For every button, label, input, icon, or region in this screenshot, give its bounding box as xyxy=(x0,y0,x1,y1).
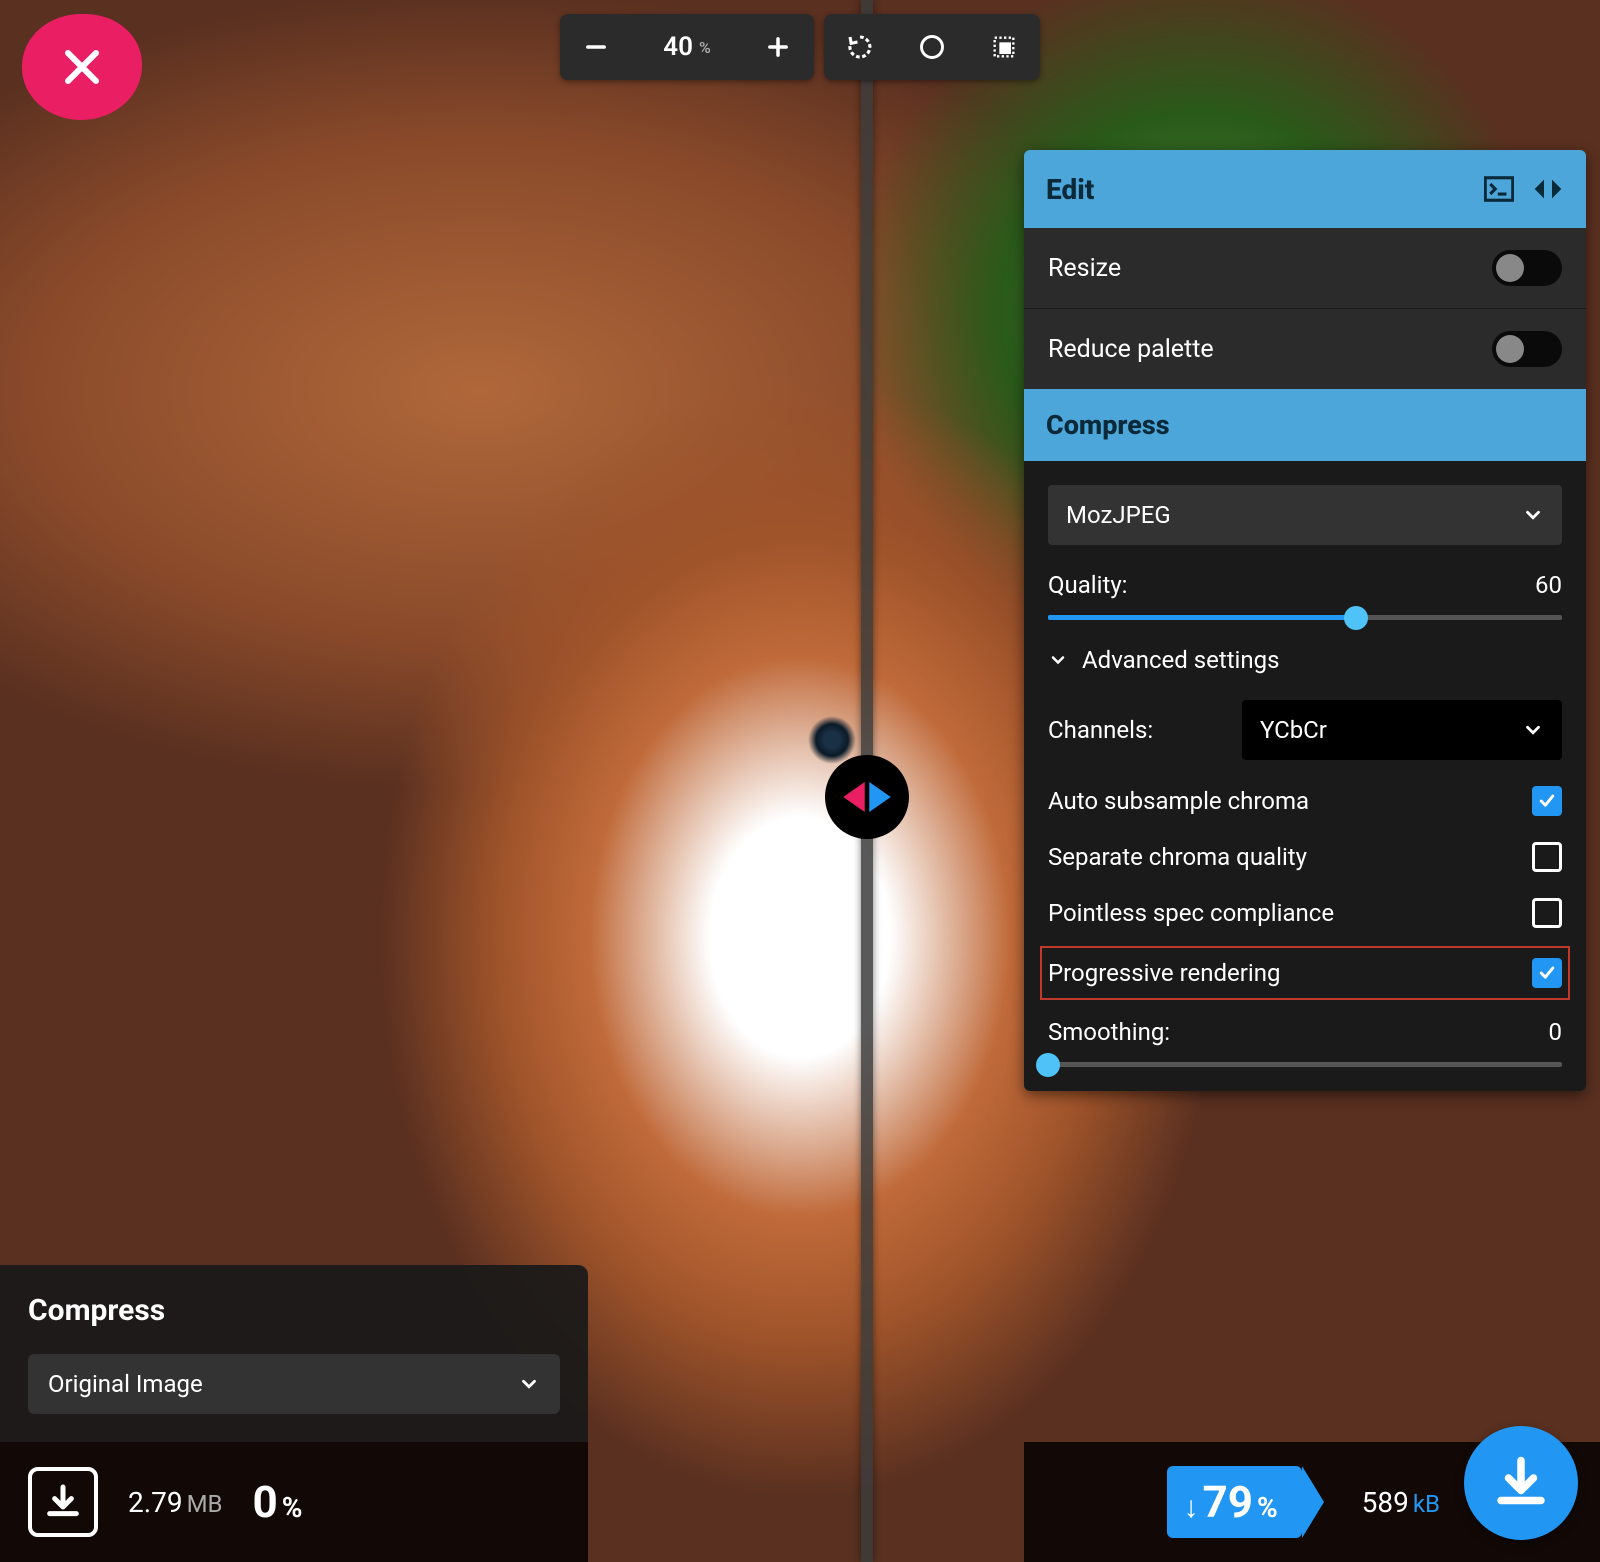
right-filesize-unit: kB xyxy=(1413,1490,1440,1518)
pointless-spec-label: Pointless spec compliance xyxy=(1048,899,1334,927)
zoom-in-button[interactable] xyxy=(742,14,814,80)
zoom-percent-symbol: % xyxy=(699,38,711,57)
zoom-out-button[interactable] xyxy=(560,14,632,80)
original-toggle-button[interactable] xyxy=(896,14,968,80)
channels-select[interactable]: YCbCr xyxy=(1242,700,1562,760)
compress-body: MozJPEG Quality: 60 Advanced settings Ch… xyxy=(1024,461,1586,1091)
quality-label: Quality: xyxy=(1048,571,1128,599)
channels-row: Channels: YCbCr xyxy=(1048,700,1562,760)
reduce-palette-row: Reduce palette xyxy=(1024,308,1586,389)
down-arrow-icon: ↓ xyxy=(1183,1490,1198,1525)
pointless-spec-row: Pointless spec compliance xyxy=(1048,898,1562,928)
quality-slider[interactable] xyxy=(1048,615,1562,620)
progressive-rendering-checkbox[interactable] xyxy=(1532,958,1562,988)
chevron-down-icon xyxy=(518,1373,540,1395)
zoom-value[interactable]: 40 % xyxy=(632,14,742,80)
right-filesize: 589kB xyxy=(1362,1486,1440,1519)
resize-label: Resize xyxy=(1048,254,1121,283)
chevron-down-icon xyxy=(1522,719,1544,741)
left-reduction-pct: % xyxy=(282,1491,303,1524)
rotate-icon xyxy=(845,32,875,62)
channels-value: YCbCr xyxy=(1260,716,1327,744)
left-filesize-unit: MB xyxy=(187,1490,223,1518)
left-filesize-value: 2.79 xyxy=(128,1486,183,1519)
smoothing-slider[interactable] xyxy=(1048,1062,1562,1067)
channels-label: Channels: xyxy=(1048,716,1153,744)
circle-icon xyxy=(918,33,946,61)
separate-chroma-label: Separate chroma quality xyxy=(1048,843,1307,871)
zoom-value-text: 40 xyxy=(663,32,693,62)
plus-icon xyxy=(764,33,792,61)
minus-icon xyxy=(582,33,610,61)
left-compress-panel: Compress Original Image xyxy=(0,1265,588,1442)
codec-select[interactable]: MozJPEG xyxy=(1048,485,1562,545)
advanced-settings-toggle[interactable]: Advanced settings xyxy=(1048,646,1562,674)
resize-row: Resize xyxy=(1024,228,1586,308)
download-right-button[interactable] xyxy=(1464,1426,1578,1540)
bottom-left-bar: 2.79MB 0% xyxy=(0,1442,588,1562)
compare-divider[interactable] xyxy=(861,0,873,1562)
right-reduction-value: 79 xyxy=(1202,1476,1253,1528)
compress-header: Compress xyxy=(1024,389,1586,461)
left-panel-title: Compress xyxy=(28,1293,560,1328)
advanced-settings-label: Advanced settings xyxy=(1082,646,1280,674)
auto-subsample-row: Auto subsample chroma xyxy=(1048,786,1562,816)
download-left-button[interactable] xyxy=(28,1467,98,1537)
copy-across-icon[interactable] xyxy=(1532,176,1564,202)
left-codec-select[interactable]: Original Image xyxy=(28,1354,560,1414)
background-toggle-button[interactable] xyxy=(968,14,1040,80)
check-icon xyxy=(1537,791,1557,811)
right-filesize-value: 589 xyxy=(1362,1486,1409,1519)
triangle-right-icon xyxy=(869,782,891,812)
smoothing-label: Smoothing: xyxy=(1048,1018,1170,1046)
separate-chroma-row: Separate chroma quality xyxy=(1048,842,1562,872)
progressive-rendering-row: Progressive rendering xyxy=(1048,954,1562,992)
background-icon xyxy=(990,33,1018,61)
separate-chroma-checkbox[interactable] xyxy=(1532,842,1562,872)
reduce-palette-label: Reduce palette xyxy=(1048,335,1214,364)
edit-header-title: Edit xyxy=(1046,173,1094,206)
top-toolbar: 40 % xyxy=(560,14,1040,80)
close-button[interactable] xyxy=(22,14,142,120)
left-reduction-value: 0 xyxy=(253,1476,278,1528)
compress-header-title: Compress xyxy=(1046,409,1170,441)
rotate-button[interactable] xyxy=(824,14,896,80)
check-icon xyxy=(1537,963,1557,983)
chevron-down-icon xyxy=(1522,504,1544,526)
left-codec-value: Original Image xyxy=(48,1370,203,1398)
zoom-group: 40 % xyxy=(560,14,814,80)
reduce-palette-toggle[interactable] xyxy=(1492,331,1562,367)
smoothing-slider-thumb[interactable] xyxy=(1036,1053,1060,1077)
cli-icon[interactable] xyxy=(1484,176,1514,202)
edit-header: Edit xyxy=(1024,150,1586,228)
auto-subsample-checkbox[interactable] xyxy=(1532,786,1562,816)
triangle-left-icon xyxy=(843,782,865,812)
codec-value: MozJPEG xyxy=(1066,501,1171,529)
right-reduction-badge: ↓ 79 % xyxy=(1167,1466,1301,1538)
smoothing-row: Smoothing: 0 xyxy=(1048,1018,1562,1067)
resize-toggle[interactable] xyxy=(1492,250,1562,286)
smoothing-value[interactable]: 0 xyxy=(1549,1018,1563,1046)
quality-row: Quality: 60 xyxy=(1048,571,1562,620)
pointless-spec-checkbox[interactable] xyxy=(1532,898,1562,928)
view-group xyxy=(824,14,1040,80)
right-options-panel: Edit Resize Reduce palette Compress MozJ… xyxy=(1024,150,1586,1091)
left-reduction: 0% xyxy=(253,1476,303,1528)
download-icon xyxy=(43,1482,83,1522)
progressive-rendering-label: Progressive rendering xyxy=(1048,959,1280,987)
close-icon xyxy=(58,43,106,91)
quality-value[interactable]: 60 xyxy=(1535,571,1562,599)
left-filesize: 2.79MB xyxy=(128,1486,223,1519)
download-icon xyxy=(1491,1453,1551,1513)
right-reduction-pct: % xyxy=(1257,1491,1278,1524)
auto-subsample-label: Auto subsample chroma xyxy=(1048,787,1309,815)
quality-slider-thumb[interactable] xyxy=(1344,606,1368,630)
compare-handle[interactable] xyxy=(825,755,909,839)
chevron-down-icon xyxy=(1048,650,1068,670)
